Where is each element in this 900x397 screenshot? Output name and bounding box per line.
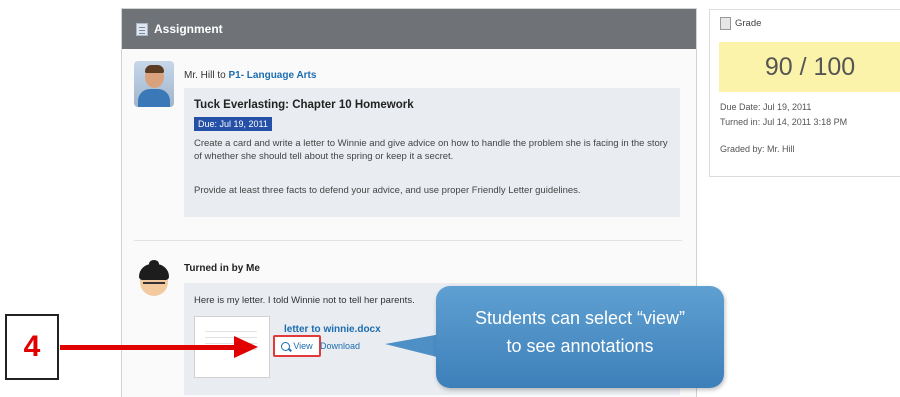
grade-score: 90 / 100 (719, 42, 900, 92)
magnifier-icon (281, 341, 291, 351)
section-divider (134, 240, 682, 241)
due-date-badge: Due: Jul 19, 2011 (194, 117, 272, 131)
callout-text: Students can select “view” to see annota… (436, 304, 724, 360)
teacher-name: Mr. Hill (184, 70, 215, 81)
annotation-callout: Students can select “view” to see annota… (436, 286, 724, 388)
assignment-title: Tuck Everlasting: Chapter 10 Homework (194, 99, 414, 111)
callout-line-1: Students can select “view” (474, 308, 686, 328)
callout-line-2: to see annotations (506, 336, 654, 356)
view-button[interactable]: View (273, 335, 321, 357)
teacher-avatar (134, 61, 174, 107)
student-avatar (136, 260, 172, 298)
view-label: View (293, 341, 313, 351)
grade-header-label: Grade (735, 17, 762, 29)
turned-in-label: Turned in by Me (184, 263, 260, 274)
assignment-description: Create a card and write a letter to Winn… (194, 138, 668, 162)
step-number: 4 (23, 330, 41, 363)
class-link[interactable]: P1- Language Arts (228, 70, 316, 81)
assignment-details: Tuck Everlasting: Chapter 10 Homework Du… (184, 88, 680, 217)
assignment-description-2: Provide at least three facts to defend y… (194, 185, 581, 196)
grade-turned-in: Turned in: Jul 14, 2011 3:18 PM (720, 117, 848, 127)
arrow-right-icon (60, 345, 236, 350)
file-name-link[interactable]: letter to winnie.docx (284, 324, 381, 335)
step-number-box: 4 (5, 314, 59, 380)
assignment-header: Assignment (122, 9, 696, 49)
assignment-header-label: Assignment (154, 22, 223, 36)
grade-panel: Grade 90 / 100 Due Date: Jul 19, 2011 Tu… (709, 9, 900, 177)
arrow-head-icon (234, 336, 258, 358)
download-link[interactable]: Download (320, 341, 360, 351)
grade-graded-by: Graded by: Mr. Hill (720, 144, 795, 154)
grade-doc-icon (720, 16, 731, 30)
assignment-from-line: Mr. Hill to P1- Language Arts (184, 70, 317, 81)
grade-header: Grade (710, 10, 900, 36)
submission-message: Here is my letter. I told Winnie not to … (194, 295, 415, 306)
callout-pointer (385, 334, 441, 358)
grade-due-date: Due Date: Jul 19, 2011 (720, 102, 812, 112)
assignment-doc-icon (136, 22, 148, 36)
